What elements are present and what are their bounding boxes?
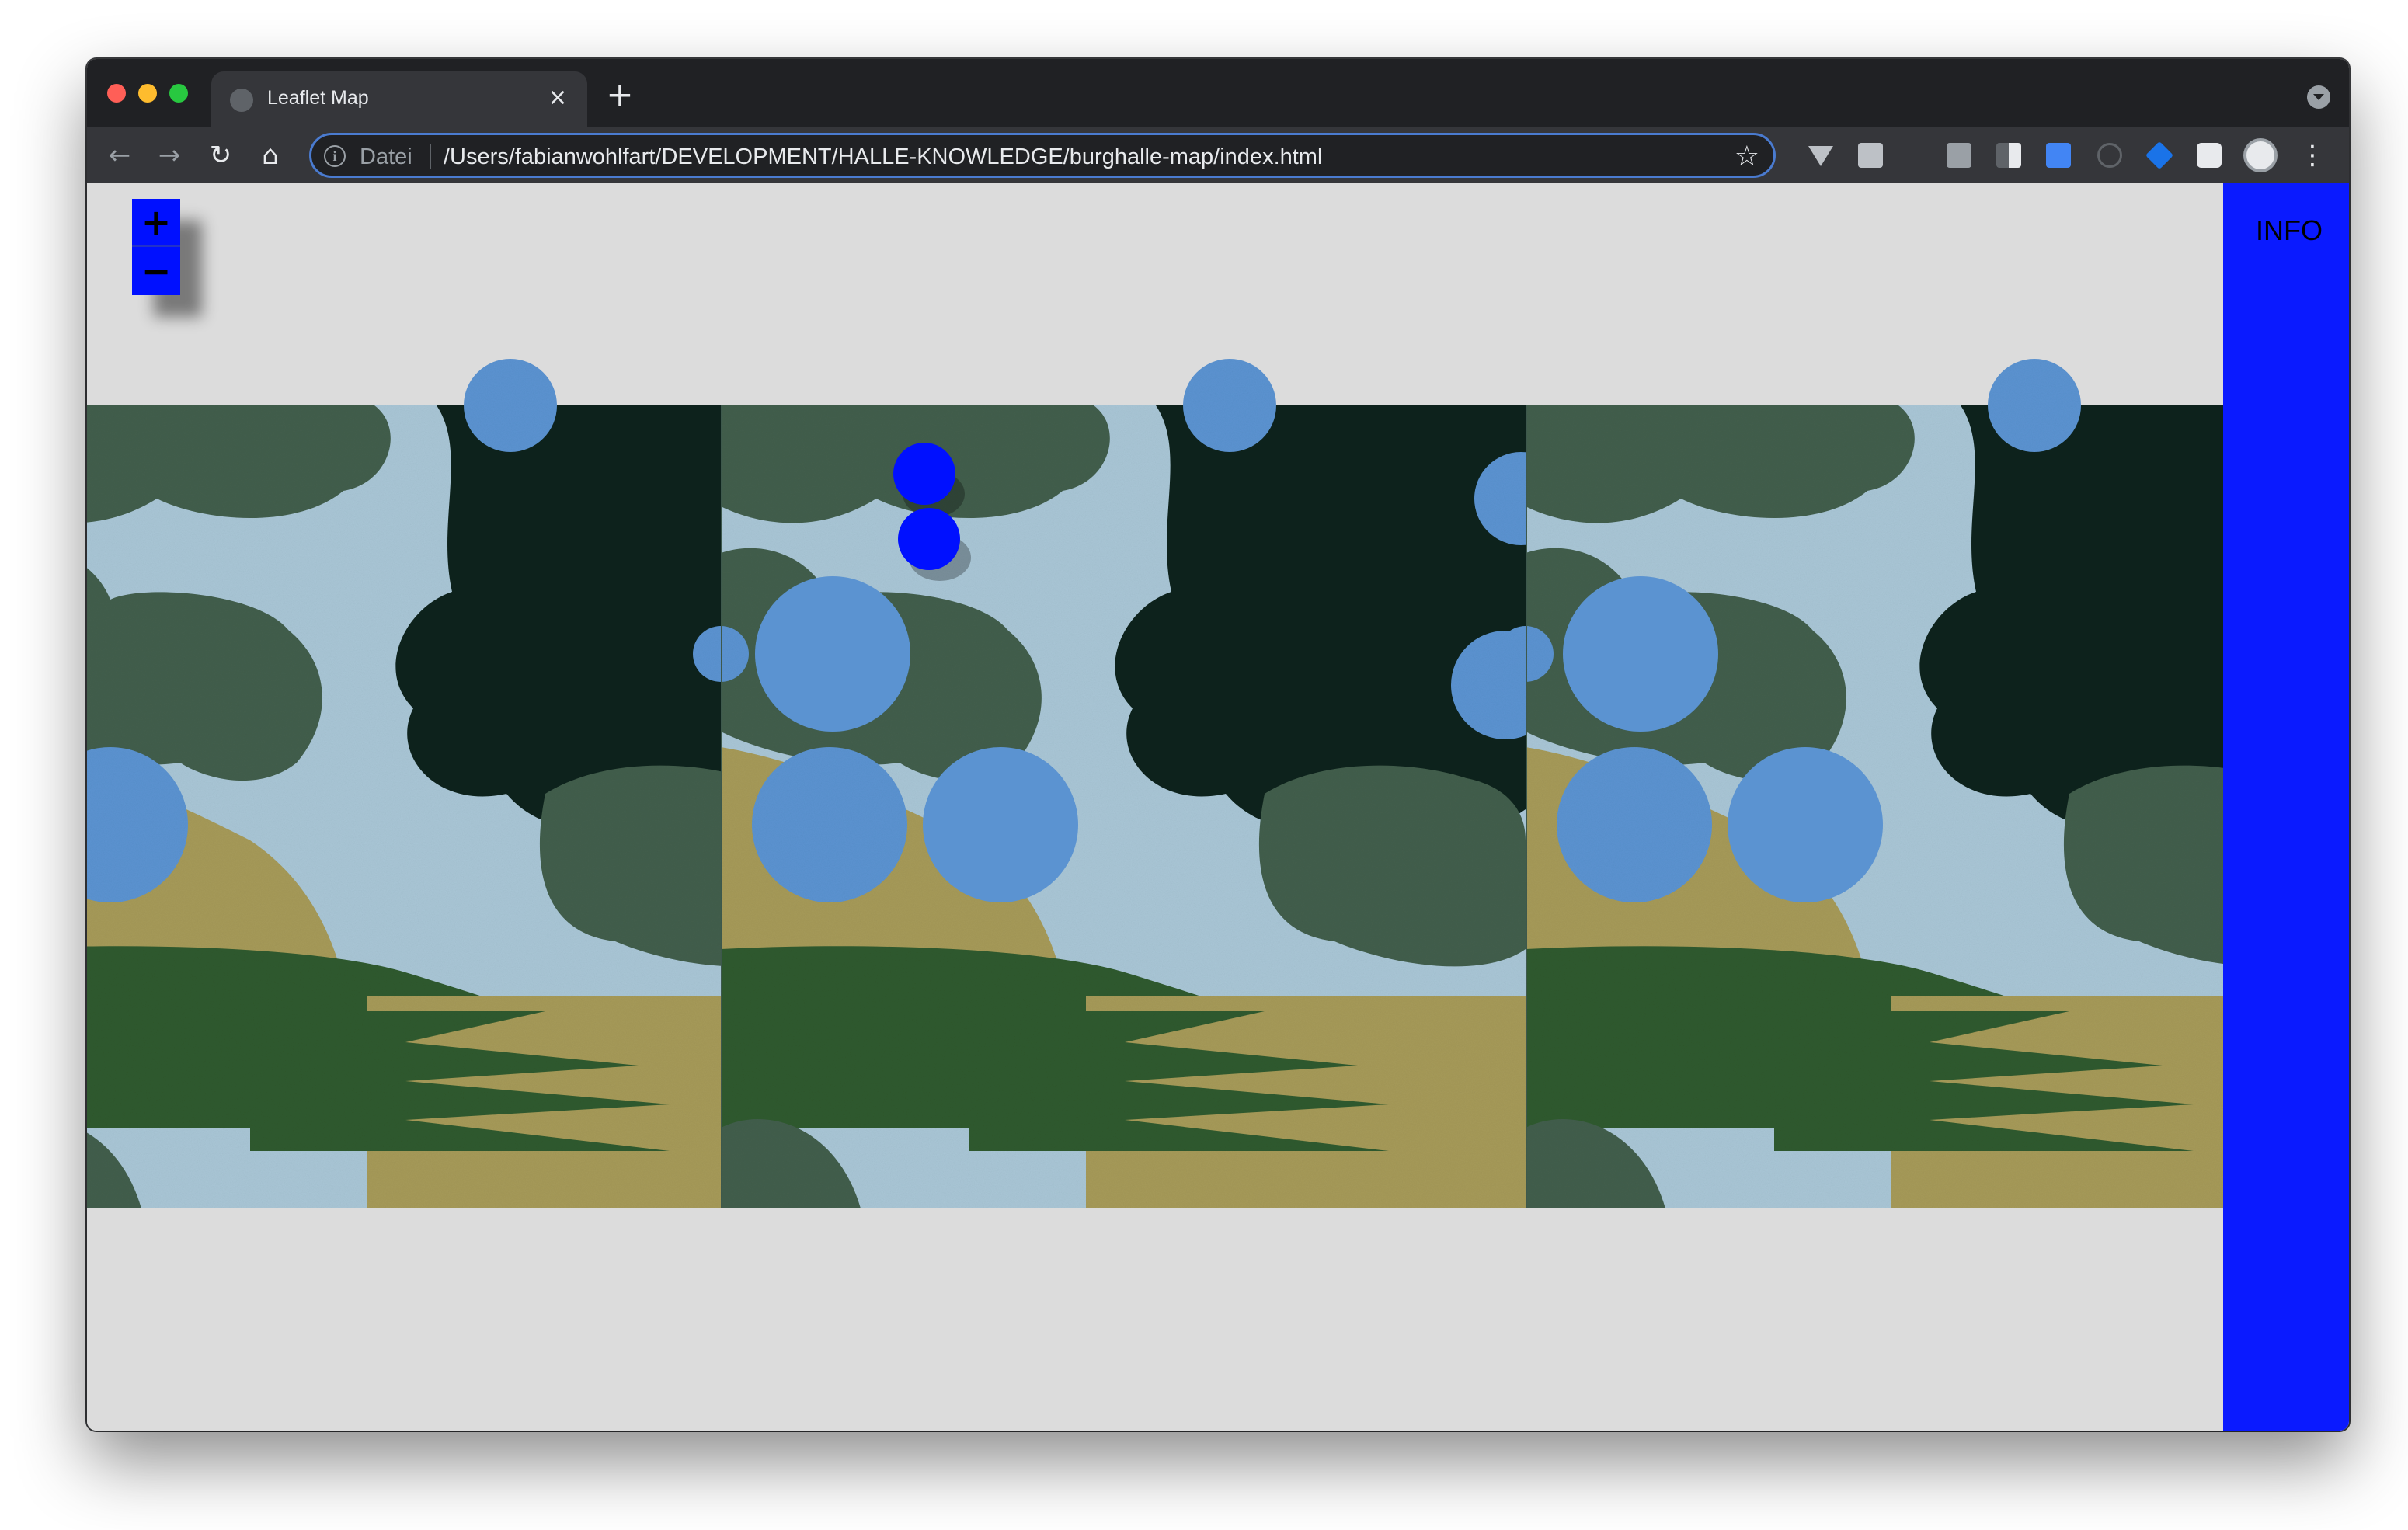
close-window-button[interactable]: [107, 84, 126, 103]
minimize-window-button[interactable]: [138, 84, 157, 103]
zoom-out-button[interactable]: −: [132, 247, 180, 295]
vue-devtools-icon[interactable]: [1808, 143, 1833, 168]
tag-icon[interactable]: [2145, 141, 2174, 170]
code-icon[interactable]: [1947, 143, 1971, 168]
address-bar[interactable]: i Datei /Users/fabianwohlfart/DEVELOPMEN…: [309, 133, 1776, 178]
info-link[interactable]: INFO: [2256, 214, 2323, 247]
map-marker[interactable]: [898, 508, 960, 570]
tab-search-icon[interactable]: [2307, 85, 2330, 109]
info-icon[interactable]: i: [324, 145, 346, 167]
bookmark-star-icon[interactable]: ☆: [1735, 141, 1759, 172]
page-viewport: + − INFO: [87, 183, 2349, 1431]
forward-button[interactable]: →: [151, 137, 188, 174]
info-sidebar: INFO: [2223, 183, 2349, 1431]
map-canvas[interactable]: [87, 183, 2223, 1431]
browser-window: Leaflet Map × + ← → ↻ ⌂ i Datei /Users/f…: [87, 59, 2349, 1431]
maximize-window-button[interactable]: [169, 84, 188, 103]
translate-icon[interactable]: [2046, 143, 2071, 168]
home-button[interactable]: ⌂: [252, 137, 289, 174]
browser-menu-icon[interactable]: ⋮: [2299, 137, 2326, 174]
back-button[interactable]: ←: [101, 137, 138, 174]
scheme-label: Datei: [360, 144, 412, 169]
globe-icon[interactable]: [2097, 143, 2122, 168]
tab-bar: Leaflet Map × +: [87, 59, 2349, 127]
zoom-in-button[interactable]: +: [132, 199, 180, 247]
zoom-control: + −: [132, 199, 180, 295]
globe-icon: [230, 89, 253, 112]
puzzle-icon[interactable]: [2197, 143, 2222, 168]
map-marker[interactable]: [893, 443, 955, 505]
tab-leaflet-map[interactable]: Leaflet Map ×: [211, 71, 587, 127]
tab-title: Leaflet Map: [267, 87, 369, 109]
tile-row: [87, 359, 2223, 1208]
new-tab-button[interactable]: +: [603, 78, 637, 112]
address-divider: [430, 144, 431, 169]
browser-toolbar: ← → ↻ ⌂ i Datei /Users/fabianwohlfart/DE…: [87, 127, 2349, 183]
url-text[interactable]: /Users/fabianwohlfart/DEVELOPMENT/HALLE-…: [444, 144, 1322, 170]
profile-avatar[interactable]: [2243, 138, 2278, 172]
close-tab-icon[interactable]: ×: [542, 82, 573, 113]
google-icon[interactable]: [1858, 143, 1883, 168]
contrast-icon[interactable]: [1996, 143, 2021, 168]
reload-button[interactable]: ↻: [202, 137, 239, 174]
